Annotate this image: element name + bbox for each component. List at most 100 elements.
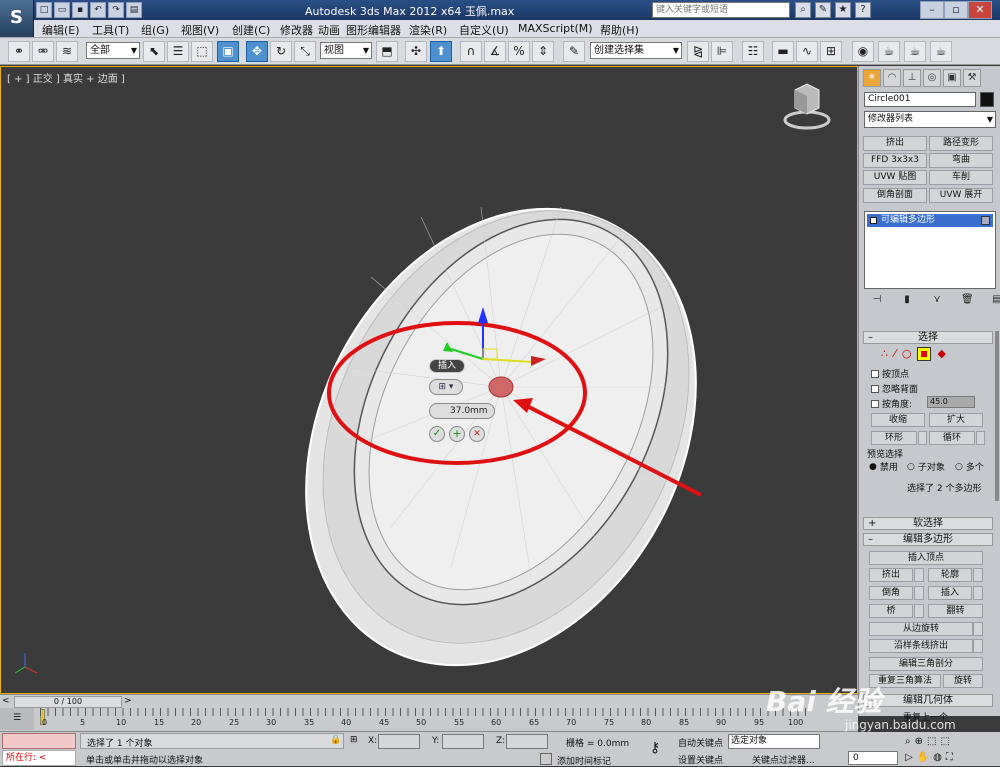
configure-sets-icon[interactable]: ▤ bbox=[991, 294, 1000, 306]
help-search-input[interactable]: 键入关键字或短语 bbox=[652, 2, 790, 18]
add-time-tag-icon[interactable] bbox=[540, 753, 552, 765]
track-bar-menu-icon[interactable]: ☰ bbox=[0, 708, 34, 730]
panel-scrollbar[interactable] bbox=[995, 331, 999, 501]
ring-button[interactable]: 环形 bbox=[871, 431, 917, 445]
unlink-icon[interactable]: ⚮ bbox=[32, 41, 54, 62]
inset-settings-button[interactable] bbox=[973, 586, 983, 600]
by-vertex-checkbox[interactable]: 按顶点 bbox=[871, 367, 909, 380]
stack-item-editable-poly[interactable]: 可编辑多边形 bbox=[867, 214, 993, 227]
set-key-icon[interactable]: ⚷ bbox=[650, 740, 660, 756]
make-unique-icon[interactable]: ⋎ bbox=[931, 294, 943, 306]
remove-modifier-icon[interactable]: 🗑 bbox=[961, 294, 974, 306]
redo-icon[interactable]: ↷ bbox=[108, 2, 124, 18]
align-icon[interactable]: ⊫ bbox=[711, 41, 733, 62]
bridge-settings-button[interactable] bbox=[914, 604, 924, 618]
perspective-viewport[interactable]: [ + ] 正交 ] 真实 + 边面 ] 插入 ⊞ ▾ 37.0mm ✓ + ✕ bbox=[0, 66, 858, 694]
schematic-view-icon[interactable]: ⊞ bbox=[820, 41, 842, 62]
show-end-result-icon[interactable]: ▮ bbox=[901, 294, 913, 306]
outline-settings-button[interactable] bbox=[973, 568, 983, 582]
inset-amount-spinner[interactable]: 37.0mm bbox=[429, 403, 495, 419]
bridge-button[interactable]: 桥 bbox=[869, 604, 913, 618]
preview-subobject-radio[interactable]: ○ 子对象 bbox=[907, 460, 945, 474]
unwrap-uvw-modifier-button[interactable]: UVW 展开 bbox=[929, 188, 993, 203]
motion-tab-icon[interactable]: ◎ bbox=[923, 69, 941, 87]
menu-tools[interactable]: 工具(T) bbox=[92, 22, 129, 38]
link-icon[interactable]: ⚭ bbox=[8, 41, 30, 62]
window-crossing-icon[interactable]: ▣ bbox=[217, 41, 239, 62]
add-time-tag-label[interactable]: 添加时间标记 bbox=[557, 754, 611, 767]
mirror-icon[interactable]: ⧎ bbox=[687, 41, 709, 62]
app-logo[interactable]: S bbox=[0, 0, 34, 37]
vertex-level-icon[interactable]: ∴ bbox=[881, 347, 888, 361]
x-coordinate-field[interactable] bbox=[378, 734, 420, 749]
flip-button[interactable]: 翻转 bbox=[928, 604, 983, 618]
new-file-icon[interactable]: □ bbox=[36, 2, 52, 18]
orbit-icon[interactable]: ◍ bbox=[933, 752, 942, 763]
menu-edit[interactable]: 编辑(E) bbox=[42, 22, 80, 38]
hinge-from-edge-button[interactable]: 从边旋转 bbox=[869, 622, 973, 636]
named-selection-sets-dropdown[interactable]: 创建选择集 ▼ bbox=[590, 42, 682, 59]
soft-selection-header[interactable]: + 软选择 bbox=[863, 517, 993, 530]
hinge-settings-button[interactable] bbox=[973, 622, 983, 636]
help-icon[interactable]: ? bbox=[855, 2, 871, 18]
minimize-button[interactable]: – bbox=[920, 1, 944, 19]
extrude-modifier-button[interactable]: 挤出 bbox=[863, 136, 927, 151]
pivot-center-icon[interactable]: ⬒ bbox=[376, 41, 398, 62]
lathe-modifier-button[interactable]: 车削 bbox=[929, 170, 993, 185]
auto-key-button[interactable]: 自动关键点 bbox=[678, 736, 723, 749]
ignore-backfacing-checkbox[interactable]: 忽略背面 bbox=[871, 382, 918, 395]
maximize-viewport-icon[interactable]: ⛶ bbox=[946, 752, 953, 763]
bevel-settings-button[interactable] bbox=[914, 586, 924, 600]
curve-editor-icon[interactable]: ∿ bbox=[796, 41, 818, 62]
select-and-scale-icon[interactable]: ⤡ bbox=[294, 41, 316, 62]
selection-filter-dropdown[interactable]: 全部 ▼ bbox=[86, 42, 140, 59]
time-slider[interactable]: 0 / 100 bbox=[14, 696, 122, 708]
extrude-button[interactable]: 挤出 bbox=[869, 568, 913, 582]
angle-snap-icon[interactable]: ∡ bbox=[484, 41, 506, 62]
object-name-field[interactable]: Circle001 bbox=[864, 92, 976, 107]
keyboard-shortcut-override-icon[interactable]: ⬆ bbox=[430, 41, 452, 62]
caddy-apply-icon[interactable]: + bbox=[449, 426, 465, 442]
disk-model[interactable] bbox=[229, 141, 772, 693]
time-slider-next-icon[interactable]: > bbox=[124, 696, 132, 706]
edge-level-icon[interactable]: ⁄ bbox=[894, 347, 896, 361]
maximize-button[interactable]: ▫ bbox=[944, 1, 968, 19]
extrude-along-spline-button[interactable]: 沿样条线挤出 bbox=[869, 639, 973, 653]
percent-snap-icon[interactable]: % bbox=[508, 41, 530, 62]
binoculars-icon[interactable]: ⌕ bbox=[795, 2, 811, 18]
shrink-button[interactable]: 收缩 bbox=[871, 413, 925, 427]
edit-triangulation-button[interactable]: 编辑三角剖分 bbox=[869, 657, 983, 671]
menu-maxscript[interactable]: MAXScript(M) bbox=[518, 22, 593, 35]
ring-spinner[interactable] bbox=[918, 431, 927, 445]
bevel-button[interactable]: 倒角 bbox=[869, 586, 913, 600]
absolute-mode-icon[interactable]: ⊞ bbox=[350, 735, 358, 745]
y-coordinate-field[interactable] bbox=[442, 734, 484, 749]
preview-off-radio[interactable]: ● 禁用 bbox=[869, 460, 898, 474]
select-and-move-icon[interactable]: ✥ bbox=[246, 41, 268, 62]
z-coordinate-field[interactable] bbox=[506, 734, 548, 749]
menu-group[interactable]: 组(G) bbox=[141, 22, 169, 38]
field-of-view-icon[interactable]: ▷ bbox=[905, 752, 913, 763]
menu-modifiers[interactable]: 修改器 bbox=[280, 22, 313, 38]
track-bar[interactable]: ☰ 0 5 10 15 20 25 30 35 40 45 50 55 60 6… bbox=[0, 708, 858, 732]
hierarchy-tab-icon[interactable]: ⊥ bbox=[903, 69, 921, 87]
render-production-icon[interactable]: ☕ bbox=[930, 41, 952, 62]
inset-type-dropdown[interactable]: ⊞ ▾ bbox=[429, 379, 463, 395]
create-tab-icon[interactable]: ✶ bbox=[863, 69, 881, 87]
render-setup-icon[interactable]: ☕ bbox=[878, 41, 900, 62]
inset-button[interactable]: 插入 bbox=[928, 586, 972, 600]
key-selection-dropdown[interactable]: 选定对象 bbox=[728, 734, 820, 749]
outline-button[interactable]: 轮廓 bbox=[928, 568, 972, 582]
menu-create[interactable]: 创建(C) bbox=[232, 22, 270, 38]
ffd-modifier-button[interactable]: FFD 3x3x3 bbox=[863, 153, 927, 168]
open-file-icon[interactable]: ▭ bbox=[54, 2, 70, 18]
object-color-swatch[interactable] bbox=[980, 92, 994, 107]
pan-icon[interactable]: ✋ bbox=[917, 752, 929, 763]
preview-multi-radio[interactable]: ○ 多个 bbox=[955, 460, 984, 474]
extrude-along-spline-settings-button[interactable] bbox=[973, 639, 983, 653]
select-and-manipulate-icon[interactable]: ✣ bbox=[405, 41, 427, 62]
snaps-toggle-icon[interactable]: ∩ bbox=[460, 41, 482, 62]
close-button[interactable]: ✕ bbox=[968, 1, 992, 19]
modify-tab-icon[interactable]: ◠ bbox=[883, 69, 901, 87]
zoom-extents-all-icon[interactable]: ⬚ bbox=[940, 736, 949, 747]
